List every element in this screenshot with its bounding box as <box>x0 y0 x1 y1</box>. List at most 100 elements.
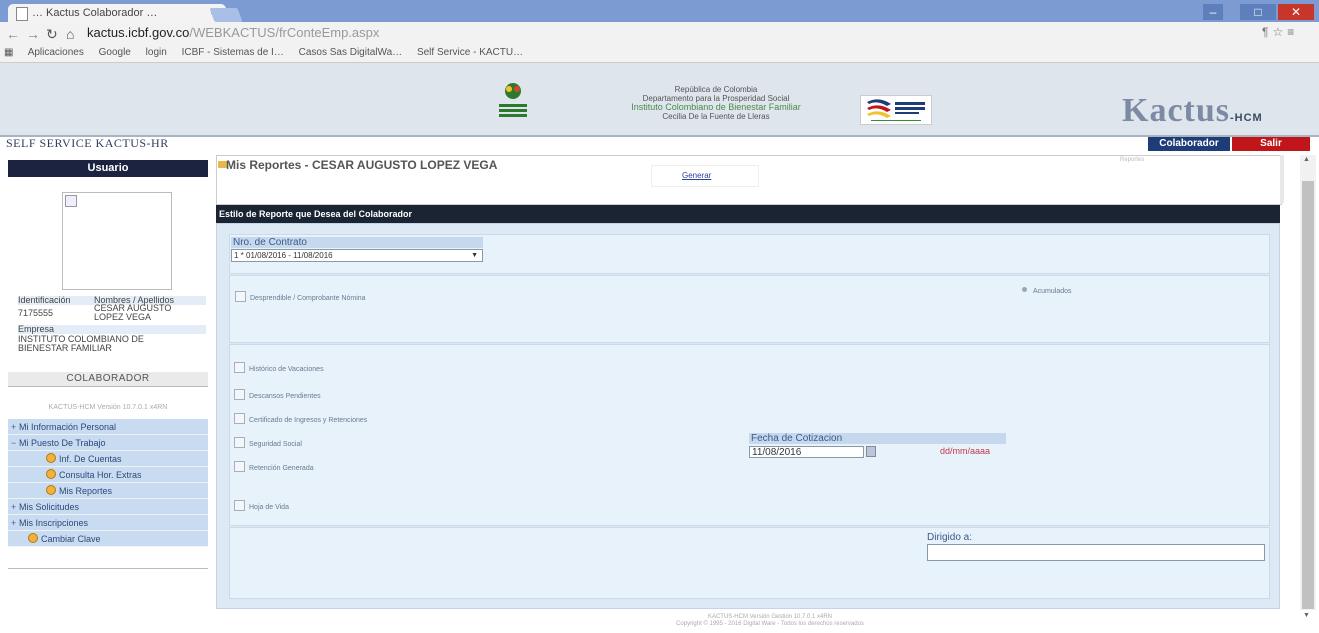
url-domain: kactus.icbf.gov.co <box>87 25 190 40</box>
calendar-icon[interactable] <box>866 446 876 457</box>
user-photo <box>62 192 172 290</box>
menu-item-label: Mi Puesto De Trabajo <box>19 438 106 448</box>
historico-vacaciones-checkbox[interactable]: Histórico de Vacaciones <box>234 362 324 375</box>
hoja-vida-checkbox[interactable]: Hoja de Vida <box>234 500 289 513</box>
dirigido-label: Dirigido a: <box>927 532 973 543</box>
menu-item-mis-reportes[interactable]: Mis Reportes <box>8 483 208 499</box>
extension-icon[interactable]: ¶ <box>1262 25 1272 39</box>
bookmark-item[interactable]: Aplicaciones <box>28 47 84 58</box>
bullet-icon <box>46 485 56 495</box>
bookmark-item[interactable]: login <box>146 47 167 58</box>
menu-item-puesto-trabajo[interactable]: − Mi Puesto De Trabajo <box>8 435 208 451</box>
retencion-generada-checkbox[interactable]: Retención Generada <box>234 461 314 474</box>
bookmark-item[interactable]: ICBF - Sistemas de I… <box>182 47 284 58</box>
generar-link[interactable]: Generar <box>682 171 711 180</box>
scrollbar-thumb[interactable] <box>1302 181 1314 609</box>
footer-line: KACTUS-HCM Versión Gestión 10.7.0.1 x4RN <box>707 614 833 620</box>
home-icon[interactable]: ⌂ <box>66 26 74 42</box>
reload-icon[interactable]: ↻ <box>46 26 58 43</box>
desprendible-checkbox[interactable]: Desprendible / Comprobante Nómina <box>235 291 366 304</box>
reportes-caption: Reportes <box>1120 157 1145 163</box>
menu-item-mis-solicitudes[interactable]: + Mis Solicitudes <box>8 499 208 515</box>
certificado-ingresos-checkbox[interactable]: Certificado de Ingresos y Retenciones <box>234 413 367 426</box>
tab-title: … Kactus Colaborador … <box>32 7 158 19</box>
page-icon <box>16 7 28 21</box>
checkbox-label: Histórico de Vacaciones <box>249 366 324 373</box>
salir-button[interactable]: Salir <box>1232 137 1310 151</box>
fecha-input[interactable]: 11/08/2016 <box>749 446 864 458</box>
dirigido-input[interactable] <box>927 544 1265 561</box>
scroll-up-icon[interactable]: ▲ <box>1303 156 1310 163</box>
browser-tab[interactable]: … Kactus Colaborador … ✕ <box>8 4 226 22</box>
bullet-icon <box>28 533 38 543</box>
colaborador-button[interactable]: Colaborador <box>1148 137 1230 151</box>
menu-divider <box>8 564 208 569</box>
menu-item-inf-cuentas[interactable]: Inf. De Cuentas <box>8 451 208 467</box>
todos-logo <box>860 95 932 125</box>
new-tab-button[interactable] <box>209 8 243 22</box>
bullet-icon <box>46 469 56 479</box>
bookmark-item[interactable]: Google <box>99 47 131 58</box>
bullet-icon <box>46 453 56 463</box>
acumulados-radio[interactable]: Acumulados <box>1022 287 1072 295</box>
checkbox-icon <box>234 362 245 373</box>
checkbox-label: Retención Generada <box>249 465 314 472</box>
menu-item-informacion-personal[interactable]: + Mi Información Personal <box>8 419 208 435</box>
menu-item-label: Mis Reportes <box>59 486 113 496</box>
institution-text: República de Colombia Departamento para … <box>586 85 846 121</box>
menu-item-label: Mis Inscripciones <box>19 518 89 528</box>
panel-title: Estilo de Reporte que Desea del Colabora… <box>216 205 1280 223</box>
scroll-down-icon[interactable]: ▼ <box>1303 612 1310 619</box>
menu-item-label: Mis Solicitudes <box>19 502 80 512</box>
self-service-title: SELF SERVICE KACTUS-HR <box>6 136 169 150</box>
menu-item-label: Mi Información Personal <box>19 422 117 432</box>
bookmarks-bar: ▦ Aplicaciones Google login ICBF - Siste… <box>0 44 1319 63</box>
usuario-header: Usuario <box>8 160 208 177</box>
checkbox-icon <box>234 461 245 472</box>
seguridad-social-checkbox[interactable]: Seguridad Social <box>234 437 302 450</box>
id-value: 7175555 <box>18 308 54 318</box>
menu-item-consulta-hor-extras[interactable]: Consulta Hor. Extras <box>8 467 208 483</box>
dropdown-arrow-icon: ▼ <box>471 252 478 259</box>
bookmark-item[interactable]: Self Service - KACTU… <box>417 47 523 58</box>
contrato-select[interactable]: 1 * 01/08/2016 - 11/08/2016 ▼ <box>231 249 483 262</box>
bookmark-item[interactable]: Casos Sas DigitalWa… <box>299 47 403 58</box>
gray-strip <box>1280 155 1284 203</box>
menu-item-mis-inscripciones[interactable]: + Mis Inscripciones <box>8 515 208 531</box>
ministry-logo <box>499 83 527 117</box>
menu-item-label: Consulta Hor. Extras <box>59 470 142 480</box>
menu-item-label: Cambiar Clave <box>41 534 101 544</box>
apps-icon: ▦ <box>4 47 14 58</box>
contrato-label: Nro. de Contrato <box>231 237 483 248</box>
menu-item-cambiar-clave[interactable]: Cambiar Clave <box>8 531 208 547</box>
close-window-icon[interactable]: ✕ <box>1278 4 1314 20</box>
footer: KACTUS-HCM Versión Gestión 10.7.0.1 x4RN… <box>560 614 980 628</box>
minimize-icon[interactable]: ‒ <box>1203 4 1223 20</box>
checkbox-label: Seguridad Social <box>249 441 302 448</box>
dirigido-section <box>229 527 1270 599</box>
checkbox-label: Descansos Pendientes <box>249 393 321 400</box>
address-bar[interactable]: kactus.icbf.gov.co/WEBKACTUS/frConteEmp.… <box>87 24 379 42</box>
checkbox-icon <box>234 500 245 511</box>
descansos-pendientes-checkbox[interactable]: Descansos Pendientes <box>234 389 321 402</box>
kactus-logo: Kactus-HCM <box>1122 92 1263 130</box>
maximize-icon[interactable]: □ <box>1240 4 1276 20</box>
menu-icon[interactable]: ≡ <box>1287 25 1298 39</box>
checkbox-icon <box>234 389 245 400</box>
url-path: /WEBKACTUS/frConteEmp.aspx <box>189 25 380 40</box>
brand-suffix: -HCM <box>1230 112 1263 124</box>
star-icon[interactable]: ☆ <box>1272 25 1287 39</box>
checkbox-icon <box>235 291 246 302</box>
collapse-icon: − <box>11 438 17 448</box>
checkbox-label: Hoja de Vida <box>249 504 289 511</box>
fecha-label: Fecha de Cotizacion <box>749 433 1006 444</box>
forward-arrow-icon[interactable]: → <box>26 26 40 42</box>
toolbar-icons: ¶☆≡ <box>1262 25 1298 39</box>
inst-name: Instituto Colombiano de Bienestar Famili… <box>631 102 801 112</box>
id-label: Identificación <box>18 295 71 305</box>
back-arrow-icon[interactable]: ← <box>6 26 20 42</box>
expand-icon: + <box>11 518 17 528</box>
empresa-label: Empresa <box>18 325 206 334</box>
checkbox-icon <box>234 413 245 424</box>
inst-line: Cecilia De la Fuente de Lleras <box>662 112 770 121</box>
